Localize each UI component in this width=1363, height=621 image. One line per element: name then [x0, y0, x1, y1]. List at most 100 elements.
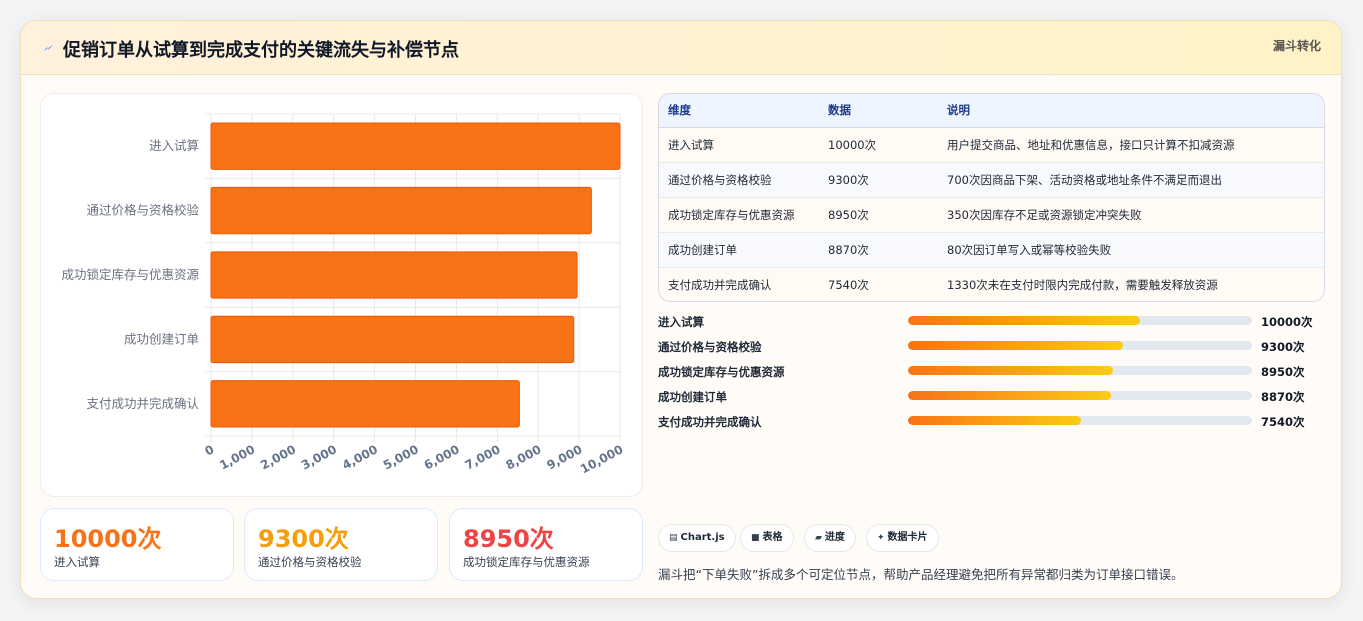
progress-label: 通过价格与资格校验: [658, 340, 762, 354]
progress-row: 进入试算 10000次: [658, 311, 1325, 336]
tick-label: 7,000: [463, 442, 503, 472]
chip-label: 数据卡片: [887, 532, 928, 543]
bar: [210, 251, 578, 299]
tick-label: 2,000: [258, 442, 298, 472]
progress-row: 支付成功并完成确认 7540次: [658, 411, 1325, 436]
stat-label: 进入试算: [54, 555, 100, 569]
progress-count: 8950次: [1261, 365, 1305, 379]
footer-note: 漏斗把“下单失败”拆成多个可定位节点，帮助产品经理避免把所有异常都归类为订单接口…: [658, 567, 1184, 582]
stat-card-1: 10000次 进入试算: [40, 508, 234, 581]
table-cell: 80次因订单写入或幂等校验失败: [938, 232, 1324, 268]
progress-count: 9300次: [1261, 340, 1305, 354]
bar: [210, 380, 520, 428]
table-cell: 通过价格与资格校验: [659, 162, 819, 198]
chip-chartjs[interactable]: ▤ Chart.js: [658, 524, 736, 552]
category-tag: 漏斗转化: [1272, 39, 1321, 53]
category-label: 通过价格与资格校验: [86, 203, 199, 218]
funnel-bar-chart: 进入试算通过价格与资格校验成功锁定库存与优惠资源成功创建订单支付成功并完成确认 0…: [40, 93, 643, 497]
table-row: 成功创建订单 8870次 80次因订单写入或幂等校验失败: [659, 232, 1324, 268]
category-label: 成功创建订单: [124, 331, 199, 346]
tick-label: 6,000: [422, 442, 462, 472]
tick-label: 0: [202, 442, 216, 458]
stat-label: 成功锁定库存与优惠资源: [463, 555, 590, 569]
category-label: 成功锁定库存与优惠资源: [61, 267, 199, 282]
chip-data-card[interactable]: ✦ 数据卡片: [866, 524, 939, 552]
table-row: 通过价格与资格校验 9300次 700次因商品下架、活动资格或地址条件不满足而退…: [659, 162, 1324, 198]
stat-card-2: 9300次 通过价格与资格校验: [244, 508, 438, 581]
progress-track: [908, 416, 1252, 425]
progress-list: 进入试算 10000次 通过价格与资格校验 9300次 成功锁定库存与优惠资源 …: [658, 311, 1325, 436]
tick-label: 1,000: [217, 442, 257, 472]
progress-row: 成功创建订单 8870次: [658, 386, 1325, 411]
table-cell: 支付成功并完成确认: [659, 267, 819, 301]
column-header: 数据: [819, 94, 938, 128]
table-cell: 10000次: [819, 127, 938, 163]
progress-track: [908, 366, 1252, 375]
progress-count: 7540次: [1261, 415, 1305, 429]
lightning-icon: [43, 45, 53, 51]
table-cell: 8950次: [819, 197, 938, 233]
table-cell: 7540次: [819, 267, 938, 301]
chip-label: 表格: [762, 532, 783, 543]
sparkle-icon: ✦: [877, 533, 885, 543]
table-cell: 700次因商品下架、活动资格或地址条件不满足而退出: [938, 162, 1324, 198]
stat-card-3: 8950次 成功锁定库存与优惠资源: [449, 508, 643, 581]
table-icon: ■: [751, 533, 760, 543]
stat-label: 通过价格与资格校验: [258, 555, 362, 569]
chip-table[interactable]: ■ 表格: [740, 524, 794, 552]
chart-icon: ▤: [669, 533, 678, 543]
table-cell: 350次因库存不足或资源锁定冲突失败: [938, 197, 1324, 233]
progress-label: 成功锁定库存与优惠资源: [658, 365, 785, 379]
table-cell: 用户提交商品、地址和优惠信息，接口只计算不扣减资源: [938, 127, 1324, 163]
progress-fill: [908, 341, 1123, 350]
chip-label: 进度: [824, 532, 845, 543]
report-card: 促销订单从试算到完成支付的关键流失与补偿节点 漏斗转化 进入试算 通过价格与资格校…: [20, 20, 1342, 599]
tick-label: 8,000: [504, 442, 544, 472]
progress-count: 8870次: [1261, 390, 1305, 404]
page-title: 促销订单从试算到完成支付的关键流失与补偿节点: [63, 40, 459, 61]
column-header: 说明: [938, 94, 1324, 128]
data-table: 维度 数据 说明 进入试算 10000次 用户提交商品、地址和优惠信息，接口只计…: [658, 93, 1325, 302]
progress-label: 成功创建订单: [658, 390, 727, 404]
tick-label: 3,000: [299, 442, 339, 472]
progress-fill: [908, 416, 1082, 425]
column-header: 维度: [659, 94, 819, 128]
table-cell: 成功创建订单: [659, 232, 819, 268]
card-header: 促销订单从试算到完成支付的关键流失与补偿节点 漏斗转化: [21, 21, 1341, 75]
bar-chart-svg: 进入试算通过价格与资格校验成功锁定库存与优惠资源成功创建订单支付成功并完成确认 0…: [61, 113, 625, 476]
chip-label: Chart.js: [680, 532, 725, 543]
progress-fill: [908, 391, 1111, 400]
category-label: 支付成功并完成确认: [86, 396, 199, 411]
chip-progress[interactable]: ▰ 进度: [804, 524, 856, 552]
bar: [210, 122, 621, 170]
tick-label: 10,000: [578, 442, 625, 476]
progress-track: [908, 391, 1252, 400]
table-cell: 9300次: [819, 162, 938, 198]
table-row: 进入试算 10000次 用户提交商品、地址和优惠信息，接口只计算不扣减资源: [659, 127, 1324, 163]
progress-label: 支付成功并完成确认: [658, 415, 762, 429]
progress-row: 通过价格与资格校验 9300次: [658, 336, 1325, 361]
progress-icon: ▰: [815, 533, 822, 543]
tick-label: 5,000: [381, 442, 421, 472]
category-label: 进入试算: [149, 138, 199, 153]
stat-value: 10000次: [54, 525, 162, 553]
bar: [210, 186, 592, 235]
table-cell: 进入试算: [659, 127, 819, 163]
progress-count: 10000次: [1261, 315, 1313, 329]
stat-value: 9300次: [258, 525, 349, 553]
table-cell: 1330次未在支付时限内完成付款，需要触发释放资源: [938, 267, 1324, 301]
tick-label: 9,000: [544, 442, 584, 472]
tick-label: 4,000: [340, 442, 380, 472]
progress-label: 进入试算: [658, 315, 704, 329]
table-cell: 成功锁定库存与优惠资源: [659, 197, 819, 233]
progress-fill: [908, 316, 1140, 325]
progress-fill: [908, 366, 1114, 375]
table-row: 支付成功并完成确认 7540次 1330次未在支付时限内完成付款，需要触发释放资…: [659, 267, 1324, 301]
progress-track: [908, 316, 1252, 325]
table-cell: 8870次: [819, 232, 938, 268]
progress-track: [908, 341, 1252, 350]
table-row: 成功锁定库存与优惠资源 8950次 350次因库存不足或资源锁定冲突失败: [659, 197, 1324, 233]
progress-row: 成功锁定库存与优惠资源 8950次: [658, 361, 1325, 386]
stat-value: 8950次: [463, 525, 554, 553]
bar: [210, 315, 575, 364]
